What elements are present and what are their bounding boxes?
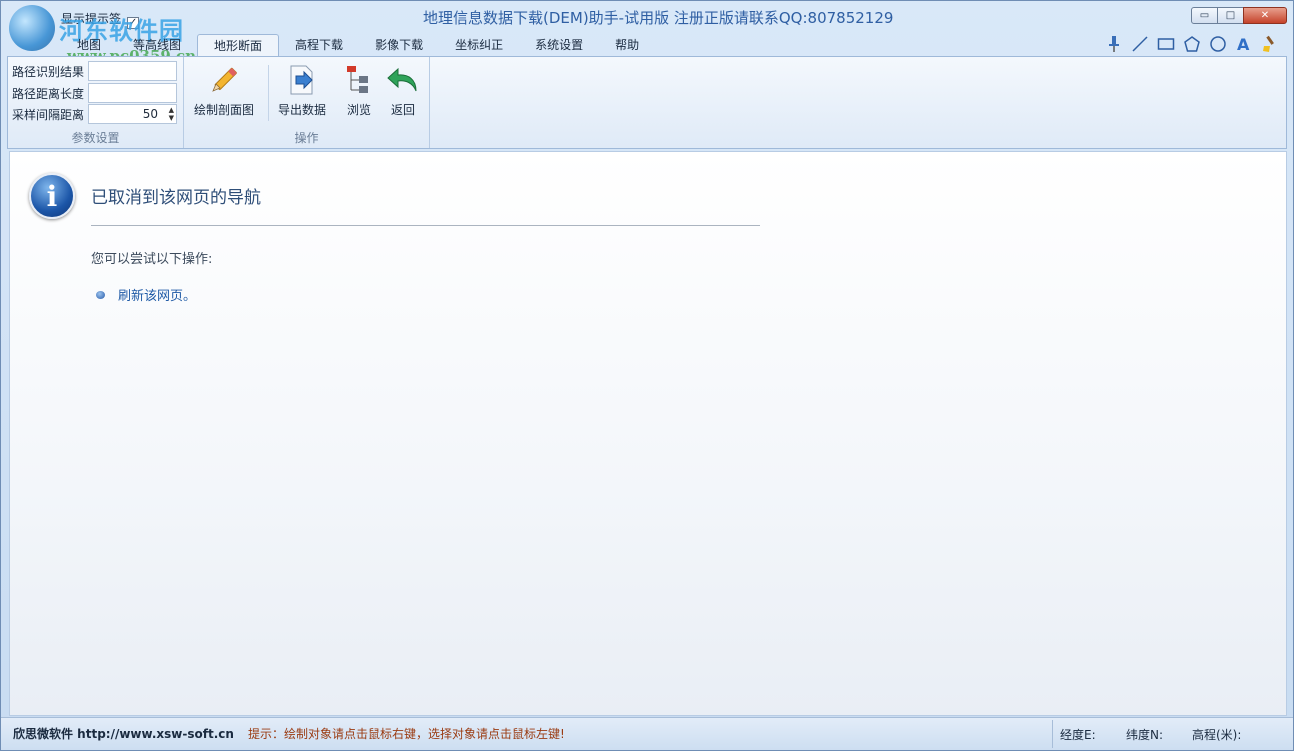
tab-system-settings[interactable]: 系统设置 [519,34,599,56]
back-button[interactable]: 返回 [386,63,420,118]
latitude-label: 纬度N: [1126,728,1164,742]
heading-divider [91,225,760,226]
line-icon[interactable] [1130,35,1149,54]
status-bar: 欣思微软件 http://www.xsw-soft.cn 提示：绘制对象请点击鼠… [1,717,1293,750]
close-button[interactable]: ✕ [1243,7,1287,24]
minimize-icon: ▭ [1199,10,1210,21]
navigation-canceled-heading: 已取消到该网页的导航 [91,188,261,208]
operations-group-label: 操作 [294,131,319,145]
pencil-icon [207,63,241,97]
window-title: 地理信息数据下载(DEM)助手-试用版 注册正版请联系QQ:807852129 [423,9,894,27]
info-icon: i [29,173,75,219]
tab-map[interactable]: 地图 [61,34,117,56]
path-result-row: 路径识别结果 [12,61,177,81]
params-group-label: 参数设置 [71,131,120,145]
ribbon-panel: 路径识别结果 路径距离长度 采样间隔距离 50 ▲ ▼ 参数设置 绘制剖面图 导… [7,56,1287,149]
path-result-label: 路径识别结果 [12,64,85,79]
sample-interval-label: 采样间隔距离 [12,107,85,122]
ribbon-tabs: 地图 等高线图 地形断面 高程下载 影像下载 坐标纠正 系统设置 帮助 [61,34,655,56]
company-info: 欣思微软件 http://www.xsw-soft.cn [13,727,234,741]
path-length-row: 路径距离长度 [12,83,177,103]
sample-interval-row: 采样间隔距离 50 ▲ ▼ [12,104,177,124]
path-result-field[interactable] [88,61,177,81]
status-tip: 提示：绘制对象请点击鼠标右键，选择对象请点击鼠标左键! [248,727,565,741]
browser-content: i 已取消到该网页的导航 您可以尝试以下操作: 刷新该网页。 [9,151,1287,716]
title-bar: 显示提示签✓ 河东软件园 www.pc0359.cn 地理信息数据下载(DEM)… [1,1,1293,65]
path-length-field[interactable] [88,83,177,103]
export-data-label: 导出数据 [278,103,327,117]
tab-coordinate-correction[interactable]: 坐标纠正 [439,34,519,56]
brush-icon[interactable] [1260,35,1279,54]
suggestion-text: 您可以尝试以下操作: [91,252,213,267]
tab-elevation-download[interactable]: 高程下载 [279,34,359,56]
draw-profile-button[interactable]: 绘制剖面图 [194,63,254,118]
pentagon-icon[interactable] [1182,35,1201,54]
path-length-label: 路径距离长度 [12,86,85,101]
svg-text:A: A [1237,35,1250,53]
export-data-button[interactable]: 导出数据 [278,63,326,118]
export-icon [285,63,319,97]
operations-group: 绘制剖面图 导出数据 浏览 返回 操作 [184,57,430,148]
drawing-toolbar: A [1104,34,1279,54]
list-item: 刷新该网页。 [96,285,196,304]
ribbon-separator [268,65,269,121]
refresh-page-link[interactable]: 刷新该网页。 [118,285,196,304]
bullet-icon [96,290,105,299]
window-controls: ▭ □ ✕ [1191,7,1287,24]
pin-icon[interactable] [1104,35,1123,54]
tab-help[interactable]: 帮助 [599,34,655,56]
tab-contour[interactable]: 等高线图 [117,34,197,56]
browse-button[interactable]: 浏览 [342,63,376,118]
draw-profile-label: 绘制剖面图 [194,103,255,117]
app-window: 显示提示签✓ 河东软件园 www.pc0359.cn 地理信息数据下载(DEM)… [0,0,1294,751]
browse-label: 浏览 [346,103,371,117]
longitude-label: 经度E: [1060,728,1096,742]
close-icon: ✕ [1260,10,1270,21]
text-a-icon[interactable]: A [1234,35,1253,54]
tab-imagery-download[interactable]: 影像下载 [359,34,439,56]
spin-arrows-icon[interactable]: ▲ ▼ [169,106,174,122]
maximize-button[interactable]: □ [1217,7,1244,24]
params-group: 路径识别结果 路径距离长度 采样间隔距离 50 ▲ ▼ 参数设置 [8,57,184,148]
rectangle-icon[interactable] [1156,35,1175,54]
minimize-button[interactable]: ▭ [1191,7,1218,24]
back-arrow-icon [386,63,420,97]
elevation-label: 高程(米): [1192,728,1242,742]
tree-icon [342,63,376,97]
circle-icon[interactable] [1208,35,1227,54]
app-logo-icon [9,5,55,51]
tab-terrain-profile[interactable]: 地形断面 [197,34,280,56]
status-divider [1052,720,1053,748]
maximize-icon: □ [1225,10,1236,21]
back-label: 返回 [390,103,415,117]
sample-interval-stepper[interactable]: 50 ▲ ▼ [88,104,177,124]
sample-interval-value: 50 [142,107,158,121]
